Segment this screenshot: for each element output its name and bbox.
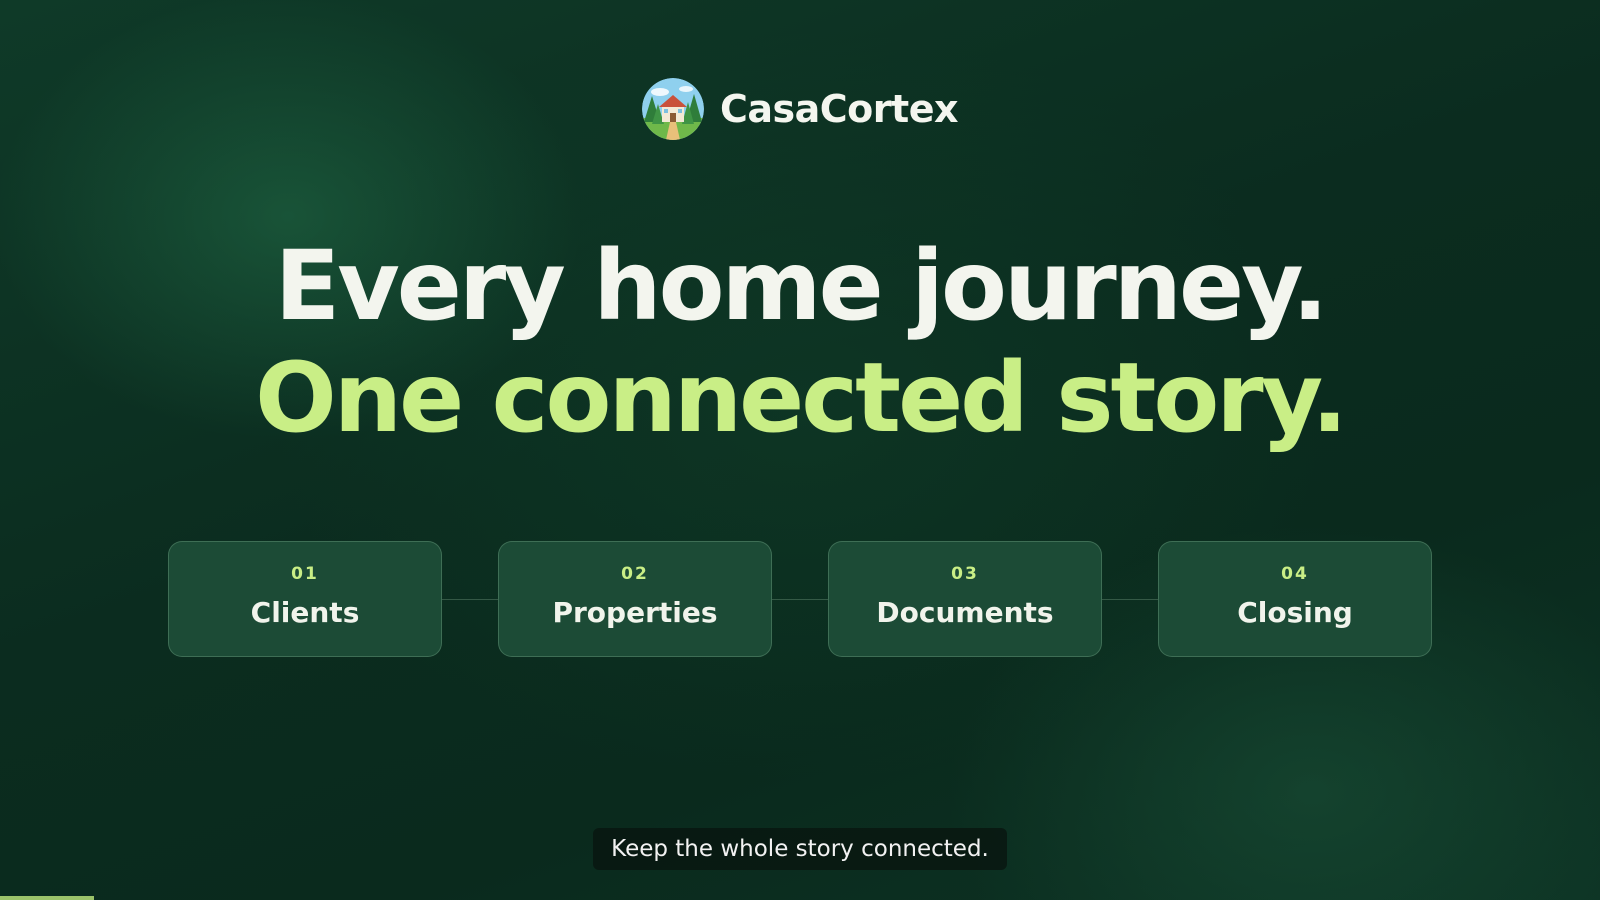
video-progress-fill (0, 896, 95, 900)
video-progress-bar[interactable] (0, 896, 1600, 900)
caption-text: Keep the whole story connected. (593, 828, 1007, 870)
house-in-forest-icon (642, 78, 704, 140)
step-label: Documents (876, 596, 1054, 629)
step-card-closing: 04 Closing (1158, 541, 1432, 657)
journey-steps: 01 Clients 02 Properties 03 Documents 04… (168, 541, 1432, 659)
brand-name: CasaCortex (720, 87, 958, 131)
brand-header: CasaCortex (0, 78, 1600, 140)
step-card-properties: 02 Properties (498, 541, 772, 657)
step-label: Properties (552, 596, 718, 629)
step-number: 04 (1281, 564, 1309, 584)
headline-line-2: One connected story. (255, 342, 1348, 454)
step-card-documents: 03 Documents (828, 541, 1102, 657)
step-number: 01 (291, 564, 319, 584)
step-label: Clients (250, 596, 360, 629)
step-card-clients: 01 Clients (168, 541, 442, 657)
headline-line-1: Every home journey. (274, 230, 1329, 342)
hero-headline: Every home journey. One connected story. (0, 230, 1600, 454)
subtitle-caption: Keep the whole story connected. (0, 828, 1600, 870)
step-label: Closing (1237, 596, 1353, 629)
step-number: 02 (621, 564, 649, 584)
step-number: 03 (951, 564, 979, 584)
